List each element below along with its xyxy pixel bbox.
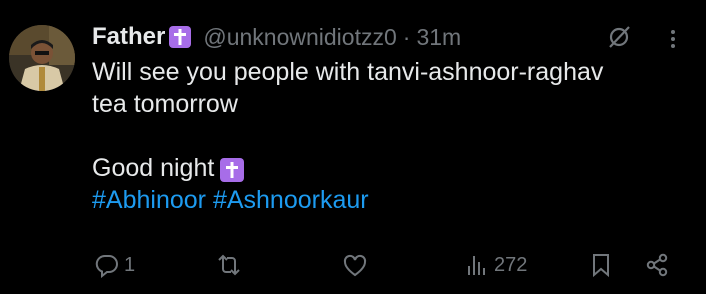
share-button[interactable] — [644, 252, 670, 278]
views-button[interactable]: 272 — [464, 252, 527, 278]
views-icon — [468, 256, 485, 275]
retweet-icon — [218, 254, 240, 276]
reply-button[interactable]: 1 — [94, 252, 135, 278]
reply-count: 1 — [124, 253, 136, 276]
tweet-line: tea tomorrow — [92, 90, 238, 118]
tweet-line: Good night — [92, 152, 692, 184]
author-handle[interactable]: @unknownidiotzz0 — [203, 24, 396, 51]
more-icon[interactable] — [660, 26, 686, 52]
author-name[interactable]: Father — [92, 23, 165, 51]
tweet-line-text: Good night — [92, 154, 215, 182]
latin-cross-icon — [220, 158, 245, 182]
views-count: 272 — [494, 253, 528, 276]
hashtag-abhinoor[interactable]: #Abhinoor — [92, 186, 206, 214]
hashtag-ashnoorkaur[interactable]: #Ashnoorkaur — [213, 186, 369, 214]
grok-icon[interactable] — [606, 24, 632, 50]
timestamp[interactable]: 31m — [416, 24, 461, 51]
like-button[interactable] — [342, 253, 372, 279]
like-icon — [343, 254, 367, 277]
tweet-line: Will see you people with tanvi-ashnoor-r… — [92, 58, 604, 86]
tweet[interactable]: Father @unknownidiotzz0 · 31m Will see y… — [0, 0, 706, 294]
latin-cross-icon — [169, 26, 192, 48]
separator: · — [402, 23, 411, 50]
bookmark-icon — [593, 254, 609, 278]
share-icon — [646, 253, 668, 277]
reply-icon — [95, 254, 118, 278]
tweet-header: Father @unknownidiotzz0 · 31m — [92, 22, 461, 52]
avatar-photo — [9, 25, 75, 91]
action-bar: 1 272 — [0, 248, 706, 284]
avatar[interactable] — [9, 25, 75, 91]
retweet-button[interactable] — [216, 252, 246, 278]
hashtag-line: #Abhinoor #Ashnoorkaur — [92, 184, 692, 216]
bookmark-button[interactable] — [588, 252, 614, 278]
tweet-text: Will see you people with tanvi-ashnoor-r… — [92, 56, 692, 216]
